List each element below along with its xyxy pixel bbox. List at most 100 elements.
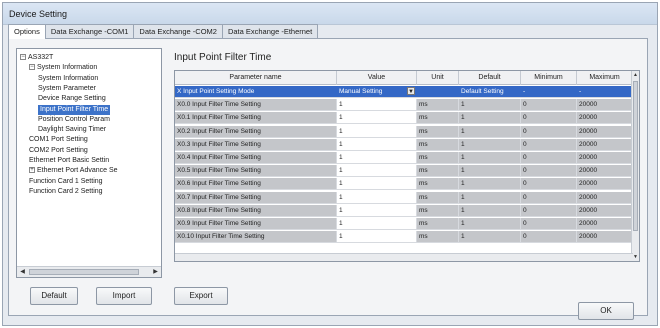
- grid-horizontal-scrollbar[interactable]: [175, 253, 633, 261]
- table-row[interactable]: X Input Point Setting Mode Manual Setting…: [175, 86, 633, 98]
- collapse-icon[interactable]: −: [20, 54, 26, 61]
- header-maximum[interactable]: Maximum: [577, 71, 633, 85]
- grid-vertical-scrollbar[interactable]: ▲ ▼: [631, 71, 639, 261]
- table-row[interactable]: X0.2 Input Filter Time Setting 1 ms 1 0 20000: [175, 125, 633, 138]
- tab-data-exchange-com2[interactable]: Data Exchange -COM2: [133, 24, 223, 38]
- tree-item[interactable]: COM2 Port Setting: [29, 146, 88, 156]
- dropdown-arrow-icon[interactable]: ▼: [407, 87, 415, 95]
- tree-scroll-thumb[interactable]: [29, 269, 139, 275]
- cell-value-text: 1: [339, 206, 343, 214]
- cell-maximum-text: 20000: [579, 233, 598, 241]
- cell-maximum-text: 20000: [579, 193, 598, 201]
- cell-maximum-text: 20000: [579, 154, 598, 161]
- header-default[interactable]: Default: [459, 71, 521, 85]
- cell-value[interactable]: 1: [337, 99, 417, 111]
- tree-item[interactable]: System Parameter: [38, 84, 96, 94]
- table-row[interactable]: X0.3 Input Filter Time Setting 1 ms 1 0 20000: [175, 138, 633, 151]
- cell-value-text: 1: [339, 167, 343, 175]
- cell-minimum-text: 0: [523, 193, 527, 201]
- cell-default: 1: [459, 165, 521, 177]
- scroll-left-icon[interactable]: ◀: [18, 268, 27, 276]
- cell-parameter-name-text: X0.7 Input Filter Time Setting: [177, 193, 261, 201]
- cell-default: 1: [459, 112, 521, 124]
- cell-parameter-name: X0.1 Input Filter Time Setting: [175, 112, 337, 124]
- cell-minimum: 0: [521, 204, 577, 216]
- tree-item[interactable]: COM1 Port Setting: [29, 135, 88, 145]
- tree-item[interactable]: Function Card 2 Setting: [29, 187, 103, 197]
- cell-default-text: 1: [461, 101, 465, 109]
- cell-value[interactable]: 1: [337, 125, 417, 137]
- table-row[interactable]: X0.0 Input Filter Time Setting 1 ms 1 0 20000: [175, 99, 633, 112]
- cell-value[interactable]: 1: [337, 112, 417, 124]
- table-row[interactable]: X0.8 Input Filter Time Setting 1 ms 1 0 20000: [175, 204, 633, 217]
- tree-item-label: Position Control Param: [38, 115, 110, 123]
- tree-item[interactable]: − AS332T: [20, 53, 53, 63]
- ok-button[interactable]: OK: [578, 302, 634, 320]
- cell-value[interactable]: 1: [337, 178, 417, 190]
- tree-item[interactable]: + Ethernet Port Advance Se: [29, 166, 118, 176]
- export-button[interactable]: Export: [174, 287, 228, 305]
- cell-value[interactable]: Manual Setting ▼: [337, 86, 417, 97]
- cell-parameter-name-text: X Input Point Setting Mode: [177, 88, 255, 95]
- cell-unit: ms: [417, 125, 459, 137]
- collapse-icon[interactable]: −: [29, 64, 35, 71]
- tree-item-label: Function Card 1 Setting: [29, 177, 103, 185]
- header-unit[interactable]: Unit: [417, 71, 459, 85]
- cell-value[interactable]: 1: [337, 231, 417, 243]
- import-button[interactable]: Import: [96, 287, 152, 305]
- table-row[interactable]: X0.4 Input Filter Time Setting 1 ms 1 0 20000: [175, 152, 633, 164]
- cell-value[interactable]: 1: [337, 165, 417, 177]
- table-row[interactable]: X0.9 Input Filter Time Setting 1 ms 1 0 20000: [175, 218, 633, 230]
- settings-tree: − AS332T − System Information System Informa…: [16, 48, 162, 278]
- table-row[interactable]: X0.7 Input Filter Time Setting 1 ms 1 0 20000: [175, 191, 633, 204]
- cell-parameter-name-text: X0.10 Input Filter Time Setting: [177, 233, 265, 241]
- cell-unit-text: ms: [419, 154, 428, 161]
- cell-default: 1: [459, 178, 521, 190]
- cell-maximum-text: -: [579, 88, 582, 95]
- grid-scroll-thumb[interactable]: [633, 81, 638, 231]
- cell-value[interactable]: 1: [337, 138, 417, 150]
- table-row[interactable]: X0.5 Input Filter Time Setting 1 ms 1 0 20000: [175, 165, 633, 178]
- tab-options[interactable]: Options: [8, 24, 46, 39]
- scroll-down-icon[interactable]: ▼: [632, 253, 639, 261]
- cell-maximum-text: 20000: [579, 206, 598, 214]
- tree-item[interactable]: Input Point Filter Time: [38, 104, 111, 115]
- header-value[interactable]: Value: [337, 71, 417, 85]
- tree-horizontal-scrollbar[interactable]: ◀ ▶: [17, 266, 161, 277]
- header-parameter-name[interactable]: Parameter name: [175, 71, 337, 85]
- tree-item[interactable]: − System Information: [29, 63, 97, 73]
- expand-icon[interactable]: +: [29, 167, 35, 174]
- cell-value[interactable]: 1: [337, 204, 417, 216]
- tree-item-label: System Information: [37, 64, 98, 72]
- cell-minimum-text: 0: [523, 101, 527, 109]
- cell-value-text: Manual Setting: [339, 88, 383, 95]
- scroll-right-icon[interactable]: ▶: [151, 268, 160, 276]
- cell-maximum: -: [577, 86, 633, 97]
- cell-value[interactable]: 1: [337, 218, 417, 229]
- table-row[interactable]: X0.1 Input Filter Time Setting 1 ms 1 0 20000: [175, 112, 633, 125]
- cell-unit-text: ms: [419, 167, 428, 175]
- tree-item[interactable]: Daylight Saving Timer: [38, 125, 106, 135]
- cell-unit: ms: [417, 112, 459, 124]
- cell-value[interactable]: 1: [337, 191, 417, 203]
- tree-item[interactable]: Ethernet Port Basic Settin: [29, 156, 109, 166]
- header-minimum[interactable]: Minimum: [521, 71, 577, 85]
- tree-item[interactable]: System Information: [38, 74, 98, 84]
- cell-parameter-name-text: X0.1 Input Filter Time Setting: [177, 114, 261, 122]
- cell-value[interactable]: 1: [337, 152, 417, 163]
- cell-minimum: 0: [521, 231, 577, 243]
- tab-data-exchange-ethernet[interactable]: Data Exchange -Ethernet: [221, 24, 319, 38]
- cell-value-text: 1: [339, 101, 343, 109]
- default-button[interactable]: Default: [30, 287, 78, 305]
- table-row[interactable]: X0.6 Input Filter Time Setting 1 ms 1 0 20000: [175, 178, 633, 191]
- scroll-up-icon[interactable]: ▲: [632, 71, 639, 79]
- cell-maximum: 20000: [577, 112, 633, 124]
- tree-item[interactable]: Function Card 1 Setting: [29, 177, 103, 187]
- cell-default: 1: [459, 125, 521, 137]
- title-bar: Device Setting: [3, 3, 657, 25]
- cell-unit: ms: [417, 191, 459, 203]
- tree-item[interactable]: Position Control Param: [38, 115, 110, 125]
- tab-data-exchange-com1[interactable]: Data Exchange -COM1: [44, 24, 135, 38]
- table-row[interactable]: X0.10 Input Filter Time Setting 1 ms 1 0 2000…: [175, 231, 633, 244]
- tree-item[interactable]: Device Range Setting: [38, 94, 106, 104]
